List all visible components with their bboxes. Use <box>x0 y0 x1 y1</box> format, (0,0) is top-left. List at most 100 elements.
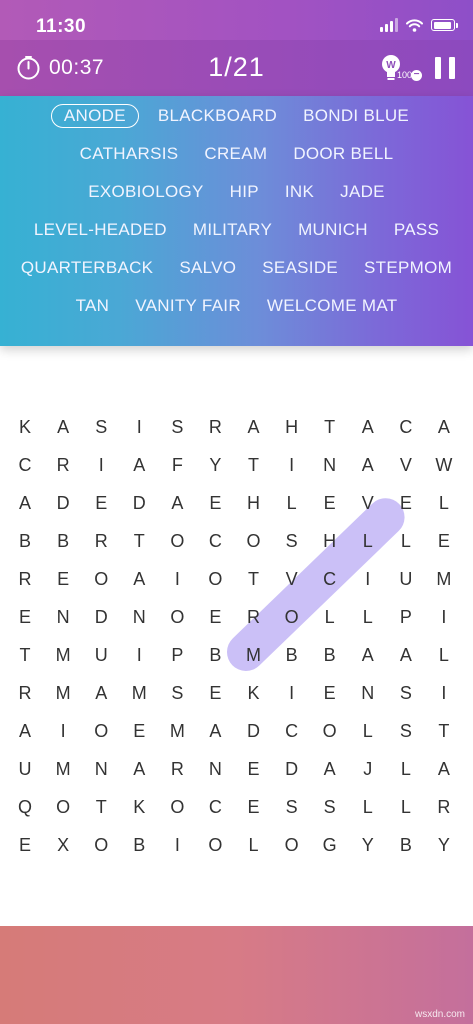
grid-cell[interactable]: B <box>387 835 425 856</box>
grid-cell[interactable]: H <box>311 531 349 552</box>
grid-cell[interactable]: A <box>311 759 349 780</box>
grid-cell[interactable]: L <box>425 645 463 666</box>
grid-cell[interactable]: Y <box>425 835 463 856</box>
grid-cell[interactable]: E <box>387 493 425 514</box>
grid-cell[interactable]: B <box>273 645 311 666</box>
grid-cell[interactable]: F <box>158 455 196 476</box>
grid-cell[interactable]: W <box>425 455 463 476</box>
grid-cell[interactable]: L <box>349 721 387 742</box>
grid-cell[interactable]: O <box>311 721 349 742</box>
grid-cell[interactable]: N <box>349 683 387 704</box>
grid-cell[interactable]: O <box>44 797 82 818</box>
grid-cell[interactable]: D <box>234 721 272 742</box>
grid-cell[interactable]: S <box>273 531 311 552</box>
grid-cell[interactable]: L <box>387 759 425 780</box>
grid-cell[interactable]: N <box>120 607 158 628</box>
grid-cell[interactable]: M <box>44 645 82 666</box>
pause-button[interactable] <box>435 57 455 79</box>
grid-cell[interactable]: N <box>311 455 349 476</box>
grid-cell[interactable]: V <box>273 569 311 590</box>
grid-cell[interactable]: A <box>234 417 272 438</box>
grid-cell[interactable]: O <box>196 835 234 856</box>
grid-cell[interactable]: E <box>82 493 120 514</box>
grid-cell[interactable]: B <box>196 645 234 666</box>
grid-cell[interactable]: L <box>349 797 387 818</box>
grid-cell[interactable]: J <box>349 759 387 780</box>
grid-cell[interactable]: P <box>387 607 425 628</box>
grid-cell[interactable]: T <box>234 569 272 590</box>
grid-cell[interactable]: V <box>349 493 387 514</box>
grid-cell[interactable]: A <box>349 417 387 438</box>
grid-cell[interactable]: P <box>158 645 196 666</box>
grid-cell[interactable]: S <box>158 683 196 704</box>
grid-cell[interactable]: B <box>44 531 82 552</box>
grid-cell[interactable]: C <box>273 721 311 742</box>
grid-cell[interactable]: O <box>196 569 234 590</box>
grid-cell[interactable]: R <box>6 683 44 704</box>
grid-cell[interactable]: M <box>158 721 196 742</box>
grid-cell[interactable]: R <box>6 569 44 590</box>
grid-cell[interactable]: B <box>120 835 158 856</box>
grid-cell[interactable]: K <box>120 797 158 818</box>
grid-cell[interactable]: E <box>234 759 272 780</box>
hint-button[interactable]: W 100 − <box>381 54 422 84</box>
grid-cell[interactable]: A <box>120 569 158 590</box>
grid-cell[interactable]: I <box>273 683 311 704</box>
grid-cell[interactable]: O <box>273 835 311 856</box>
grid-cell[interactable]: S <box>387 683 425 704</box>
grid-cell[interactable]: A <box>6 493 44 514</box>
grid-cell[interactable]: Y <box>349 835 387 856</box>
grid-cell[interactable]: N <box>82 759 120 780</box>
grid-cell[interactable]: O <box>273 607 311 628</box>
grid-cell[interactable]: O <box>234 531 272 552</box>
grid-cell[interactable]: E <box>234 797 272 818</box>
grid-cell[interactable]: I <box>349 569 387 590</box>
grid-cell[interactable]: L <box>387 797 425 818</box>
grid-cell[interactable]: T <box>120 531 158 552</box>
grid-cell[interactable]: E <box>425 531 463 552</box>
grid-cell[interactable]: R <box>425 797 463 818</box>
grid-cell[interactable]: G <box>311 835 349 856</box>
grid-cell[interactable]: L <box>425 493 463 514</box>
grid-cell[interactable]: M <box>234 645 272 666</box>
grid-cell[interactable]: C <box>196 531 234 552</box>
grid-cell[interactable]: O <box>82 835 120 856</box>
grid-cell[interactable]: A <box>425 759 463 780</box>
grid-cell[interactable]: E <box>196 607 234 628</box>
grid-cell[interactable]: D <box>82 607 120 628</box>
grid-cell[interactable]: R <box>44 455 82 476</box>
grid-cell[interactable]: R <box>234 607 272 628</box>
grid-cell[interactable]: L <box>234 835 272 856</box>
grid-cell[interactable]: A <box>425 417 463 438</box>
grid-cell[interactable]: N <box>44 607 82 628</box>
grid-cell[interactable]: D <box>44 493 82 514</box>
grid-cell[interactable]: I <box>425 683 463 704</box>
grid-cell[interactable]: M <box>120 683 158 704</box>
grid-cell[interactable]: A <box>196 721 234 742</box>
grid-cell[interactable]: R <box>82 531 120 552</box>
grid-cell[interactable]: C <box>6 455 44 476</box>
grid-cell[interactable]: L <box>273 493 311 514</box>
grid-cell[interactable]: O <box>158 531 196 552</box>
grid-cell[interactable]: C <box>196 797 234 818</box>
grid-cell[interactable]: S <box>82 417 120 438</box>
grid-cell[interactable]: N <box>196 759 234 780</box>
grid-cell[interactable]: O <box>82 569 120 590</box>
grid-cell[interactable]: E <box>6 835 44 856</box>
grid-cell[interactable]: E <box>196 493 234 514</box>
grid-cell[interactable]: L <box>349 531 387 552</box>
grid-cell[interactable]: C <box>387 417 425 438</box>
grid-cell[interactable]: M <box>44 683 82 704</box>
grid-cell[interactable]: A <box>349 645 387 666</box>
grid-cell[interactable]: R <box>158 759 196 780</box>
grid-cell[interactable]: B <box>6 531 44 552</box>
grid-cell[interactable]: I <box>44 721 82 742</box>
grid-cell[interactable]: I <box>158 569 196 590</box>
grid-cell[interactable]: X <box>44 835 82 856</box>
grid-cell[interactable]: A <box>44 417 82 438</box>
grid-cell[interactable]: A <box>120 759 158 780</box>
grid-cell[interactable]: Y <box>196 455 234 476</box>
grid-cell[interactable]: Q <box>6 797 44 818</box>
grid-cell[interactable]: K <box>234 683 272 704</box>
grid-cell[interactable]: E <box>6 607 44 628</box>
